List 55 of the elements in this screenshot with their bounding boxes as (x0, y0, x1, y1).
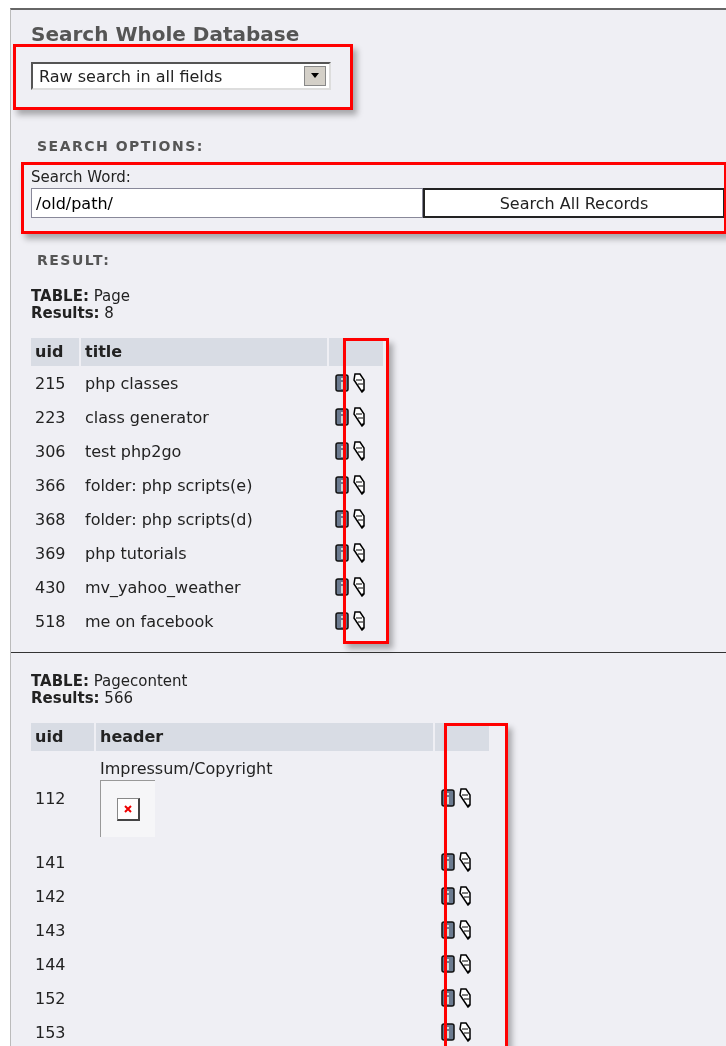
search-all-records-button[interactable]: Search All Records (423, 188, 725, 218)
pencil-icon[interactable] (458, 788, 472, 808)
table-name: TABLE: Page (31, 288, 131, 305)
pencil-icon[interactable] (352, 577, 366, 597)
pencil-icon[interactable] (458, 1022, 472, 1042)
pencil-icon[interactable] (352, 611, 366, 631)
section-label: RESULT: (36, 252, 112, 268)
page-heading: Search Whole Database (31, 22, 301, 46)
table-cell-text: 144 (34, 953, 67, 976)
table-cell-text: 223 (34, 406, 67, 429)
table-cell: Impressum/Copyright (100, 759, 273, 778)
field-label: Search Word: (31, 168, 132, 186)
table-cell: folder: php scripts(d) (85, 509, 253, 529)
search-mode-dropdown[interactable]: Raw search in all fields (31, 62, 331, 90)
table-cell-text: 369 (34, 542, 67, 565)
table-cell-text: 112 (34, 787, 67, 810)
table-cell: me on facebook (85, 611, 214, 631)
table-cell-text: 153 (34, 1021, 67, 1044)
column-header: uid (31, 723, 94, 751)
table-cell: php tutorials (85, 543, 187, 563)
pencil-icon[interactable] (352, 441, 366, 461)
pencil-icon[interactable] (458, 988, 472, 1008)
pencil-icon[interactable] (458, 920, 472, 940)
search-word-field[interactable]: /old/path/ (31, 188, 423, 218)
table-cell-text: 518 (34, 610, 67, 633)
broken-image-icon (100, 780, 155, 837)
table-cell-text: 306 (34, 440, 67, 463)
pencil-icon[interactable] (352, 543, 366, 563)
table-cell-text: 366 (34, 474, 67, 497)
pencil-icon[interactable] (352, 407, 366, 427)
table-cell: folder: php scripts(e) (85, 475, 253, 495)
table-cell-text: 142 (34, 885, 67, 908)
pencil-icon[interactable] (458, 852, 472, 872)
pencil-icon[interactable] (458, 954, 472, 974)
result-count: Results: 8 (31, 305, 115, 322)
result-count: Results: 566 (31, 690, 134, 707)
table-cell-text: 152 (34, 987, 67, 1010)
table-name: TABLE: Pagecontent (31, 673, 189, 690)
section-label: SEARCH OPTIONS: (36, 138, 205, 154)
table-cell: mv_yahoo_weather (85, 577, 241, 597)
pencil-icon[interactable] (458, 886, 472, 906)
column-header: title (81, 338, 327, 366)
pencil-icon[interactable] (352, 373, 366, 393)
table-cell: class generator (85, 407, 209, 427)
table-cell-text: 141 (34, 851, 67, 874)
table-cell-text: 430 (34, 576, 67, 599)
table-cell-text: 368 (34, 508, 67, 531)
table-cell-text: 215 (34, 372, 67, 395)
column-header: uid (31, 338, 79, 366)
table-cell: php classes (85, 373, 179, 393)
column-header: header (96, 723, 433, 751)
pencil-icon[interactable] (352, 509, 366, 529)
table-cell: test php2go (85, 441, 182, 461)
pencil-icon[interactable] (352, 475, 366, 495)
table-cell-text: 143 (34, 919, 67, 942)
